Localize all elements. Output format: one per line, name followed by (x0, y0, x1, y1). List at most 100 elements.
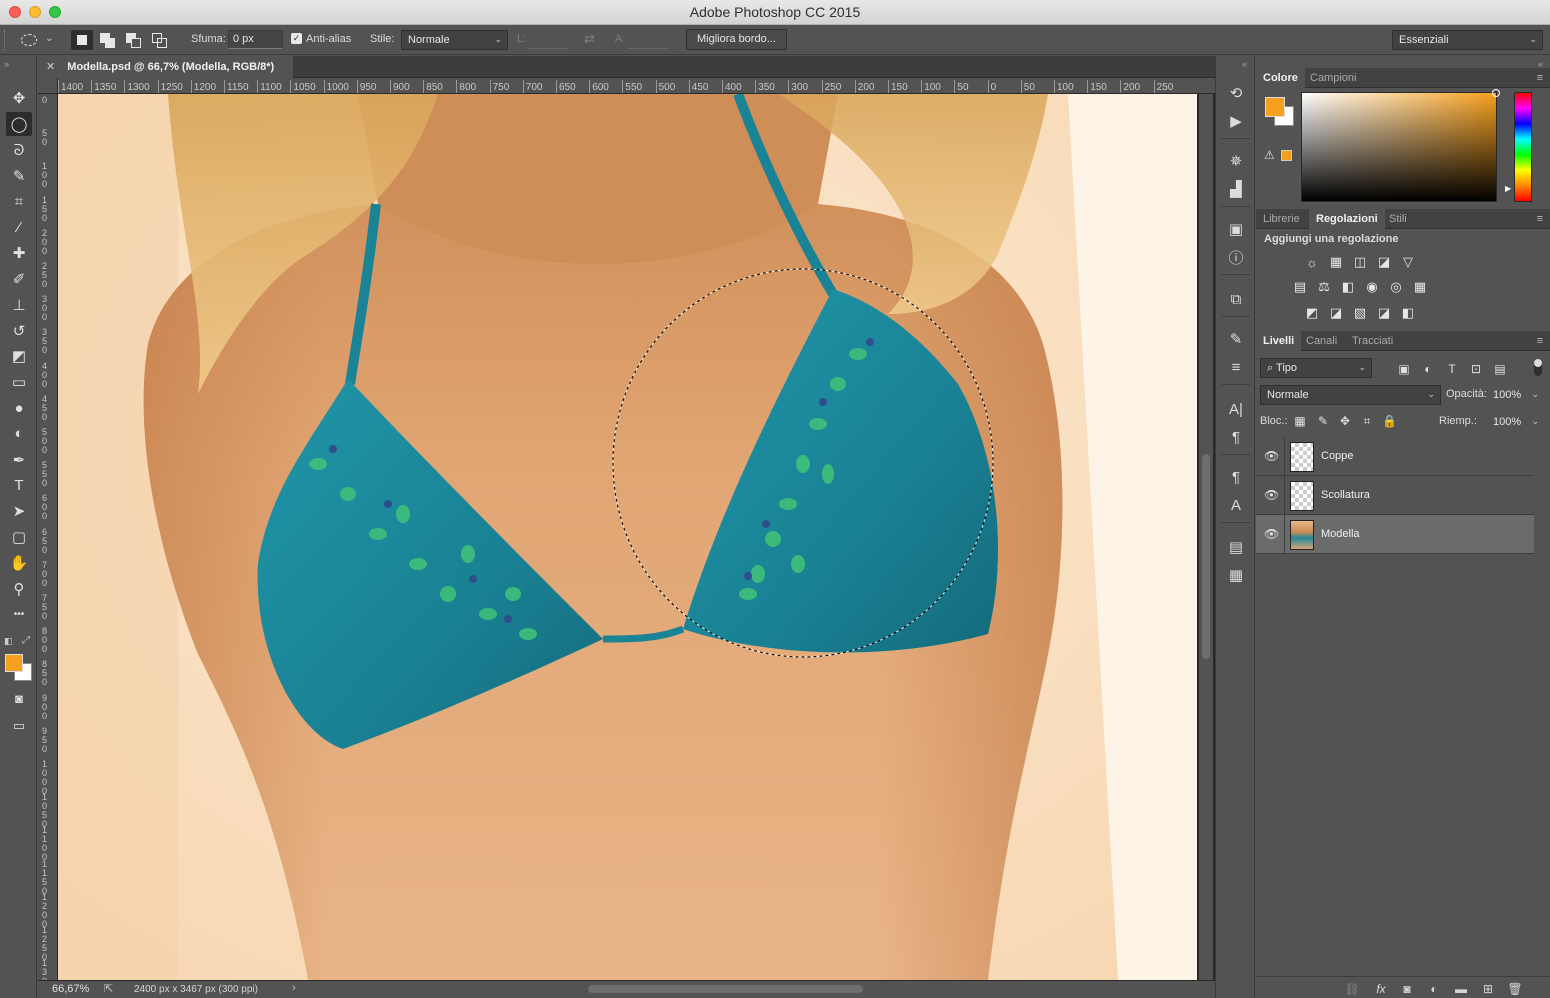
clone-stamp-tool[interactable]: ⊥ (6, 293, 32, 317)
eye-icon[interactable]: 👁 (1264, 488, 1280, 502)
hand-tool[interactable]: ✋ (6, 551, 32, 575)
quick-selection-tool[interactable]: ✎ (6, 164, 32, 188)
default-colors-icon[interactable]: ◧ (4, 636, 13, 647)
vibrance-icon[interactable]: ▽ (1399, 253, 1417, 271)
brush-tool[interactable]: ✐ (6, 267, 32, 291)
eye-icon[interactable]: 👁 (1264, 527, 1280, 541)
tab-campioni[interactable]: Campioni (1303, 68, 1363, 88)
tool-preset-picker[interactable]: ⌄ (18, 30, 58, 50)
color-picker-cursor[interactable] (1492, 89, 1500, 97)
link-layers-icon[interactable]: ⛓ (1344, 981, 1360, 997)
options-bar-grip[interactable] (4, 30, 7, 50)
filter-adjustment-layers-icon[interactable]: ◐ (1420, 361, 1436, 377)
histogram-panel-icon[interactable]: ▟ (1225, 178, 1247, 200)
color-spectrum-field[interactable] (1301, 89, 1500, 202)
lock-position-icon[interactable]: ✥ (1338, 414, 1352, 428)
brush-panel-icon[interactable]: ≡ (1225, 356, 1247, 378)
eyedropper-tool[interactable]: ⁄ (6, 215, 32, 239)
quick-mask-button[interactable]: ◙ (6, 686, 32, 710)
dodge-tool[interactable]: ◐ (6, 422, 32, 446)
more-tools[interactable]: ••• (6, 602, 32, 626)
tab-colore[interactable]: Colore (1256, 68, 1305, 88)
layer-filter-toggle[interactable] (1534, 359, 1542, 376)
refine-edge-button[interactable]: Migliora bordo... (686, 29, 787, 50)
elliptical-marquee-tool[interactable]: ◯ (6, 112, 32, 136)
layer-row[interactable]: 👁 Coppe (1256, 437, 1534, 476)
horizontal-scrollbar-thumb[interactable] (588, 985, 863, 993)
lock-image-pixels-icon[interactable]: ✎ (1316, 414, 1330, 428)
black-white-icon[interactable]: ◧ (1339, 278, 1357, 296)
history-panel-icon[interactable]: ⟲ (1225, 82, 1247, 104)
panel-menu-icon[interactable]: ≡ (1537, 213, 1543, 225)
exposure-icon[interactable]: ◪ (1375, 253, 1393, 271)
new-group-icon[interactable]: ▬ (1453, 981, 1469, 997)
type-tool[interactable]: T (6, 473, 32, 497)
layer-comps-panel-icon[interactable]: ▤ (1225, 536, 1247, 558)
character-styles-panel-icon[interactable]: A (1225, 494, 1247, 516)
move-tool[interactable]: ✥ (6, 86, 32, 110)
threshold-icon[interactable]: ▧ (1351, 304, 1369, 322)
clone-source-panel-icon[interactable]: ⧉ (1225, 288, 1247, 310)
layers-scrollbar[interactable] (1536, 436, 1548, 976)
layer-row[interactable]: 👁 Modella (1256, 515, 1534, 554)
delete-layer-icon[interactable]: 🗑 (1507, 981, 1523, 997)
filter-smart-objects-icon[interactable]: ▤ (1492, 361, 1508, 377)
filter-pixel-layers-icon[interactable]: ▣ (1396, 361, 1412, 377)
eraser-tool[interactable]: ◩ (6, 344, 32, 368)
subtract-from-selection-button[interactable] (123, 30, 145, 50)
notes-panel-icon[interactable]: ▦ (1225, 564, 1247, 586)
panel-menu-icon[interactable]: ≡ (1537, 335, 1543, 347)
path-selection-tool[interactable]: ➤ (6, 499, 32, 523)
info-panel-icon[interactable]: ⓘ (1225, 246, 1247, 268)
foreground-color-swatch[interactable] (5, 654, 23, 672)
layer-row[interactable]: 👁 Scollatura (1256, 476, 1534, 515)
rectangle-tool[interactable]: ▢ (6, 525, 32, 549)
width-input[interactable] (528, 30, 568, 49)
blend-mode-select[interactable]: Normale ⌄ (1260, 385, 1441, 405)
add-mask-icon[interactable]: ◙ (1399, 981, 1415, 997)
color-balance-icon[interactable]: ⚖ (1315, 278, 1333, 296)
tab-librerie[interactable]: Librerie (1256, 209, 1307, 229)
antialias-checkbox[interactable]: ✓ (291, 33, 302, 44)
add-to-selection-button[interactable] (97, 30, 119, 50)
layer-style-icon[interactable]: fx (1373, 981, 1389, 997)
lock-all-icon[interactable]: 🔒 (1382, 414, 1397, 428)
screen-mode-button[interactable]: ▭ (6, 714, 32, 738)
fill-input[interactable]: 100% ⌄ (1493, 414, 1541, 432)
intersect-selection-button[interactable] (149, 30, 171, 50)
gradient-tool[interactable]: ▭ (6, 370, 32, 394)
lasso-tool[interactable]: ᘐ (6, 138, 32, 162)
levels-icon[interactable]: ▦ (1327, 253, 1345, 271)
document-canvas[interactable] (58, 94, 1197, 980)
blur-tool[interactable]: ● (6, 396, 32, 420)
style-select[interactable]: Normale ⌄ (401, 30, 508, 50)
feather-input[interactable]: 0 px (228, 30, 283, 49)
vertical-scrollbar[interactable] (1199, 94, 1213, 980)
channel-mixer-icon[interactable]: ◎ (1387, 278, 1405, 296)
new-selection-button[interactable] (71, 30, 93, 50)
share-icon[interactable]: ⇱ (104, 982, 113, 995)
history-brush-tool[interactable]: ↺ (6, 319, 32, 343)
tab-livelli[interactable]: Livelli (1256, 331, 1302, 351)
ruler-origin[interactable] (38, 78, 58, 94)
workspace-select[interactable]: Essenziali ⌄ (1392, 30, 1543, 50)
paragraph-panel-icon[interactable]: ¶ (1225, 426, 1247, 448)
gamut-warning-icon[interactable]: ⚠ (1264, 148, 1275, 162)
panel-menu-icon[interactable]: ≡ (1537, 72, 1543, 84)
actions-panel-icon[interactable]: ▶ (1225, 110, 1247, 132)
healing-brush-tool[interactable]: ✚ (6, 241, 32, 265)
filter-type-layers-icon[interactable]: T (1444, 361, 1460, 377)
tab-tracciati[interactable]: Tracciati (1345, 331, 1400, 351)
height-input[interactable] (627, 30, 667, 49)
hue-slider[interactable] (1514, 92, 1532, 202)
tab-regolazioni[interactable]: Regolazioni (1309, 209, 1385, 229)
paragraph-styles-panel-icon[interactable]: ¶ (1225, 466, 1247, 488)
collapse-panel-icon[interactable]: » (4, 59, 9, 69)
crop-tool[interactable]: ⌗ (6, 190, 32, 214)
new-adjustment-layer-icon[interactable]: ◐ (1426, 981, 1442, 997)
horizontal-ruler[interactable]: 1400 1350 1300 1250 1200 1150 1100 1050 1000 950 9… (58, 78, 1215, 94)
zoom-level[interactable]: 66,67% (52, 983, 89, 995)
color-foreground-swatch[interactable] (1265, 97, 1285, 117)
character-panel-icon[interactable]: A| (1225, 398, 1247, 420)
vertical-scrollbar-thumb[interactable] (1202, 454, 1210, 659)
